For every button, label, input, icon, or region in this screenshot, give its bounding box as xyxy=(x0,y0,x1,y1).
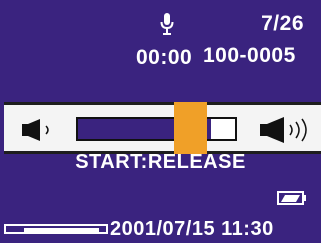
scroll-thumb[interactable] xyxy=(24,228,99,232)
mode-label: START:RELEASE xyxy=(75,151,246,173)
battery-icon xyxy=(277,191,306,205)
volume-marker[interactable] xyxy=(174,102,207,154)
speaker-high-icon xyxy=(260,117,307,143)
battery-charge xyxy=(281,195,300,202)
elapsed-time: 00:00 xyxy=(136,46,193,69)
volume-slider[interactable] xyxy=(76,117,237,141)
file-id: 100-0005 xyxy=(203,44,296,67)
volume-panel xyxy=(4,102,321,154)
microphone-icon xyxy=(160,13,174,35)
speaker-low-icon xyxy=(22,119,49,141)
track-counter: 7/26 xyxy=(261,12,304,35)
datetime: 2001/07/15 11:30 xyxy=(110,218,274,240)
scroll-bar[interactable] xyxy=(4,224,108,234)
